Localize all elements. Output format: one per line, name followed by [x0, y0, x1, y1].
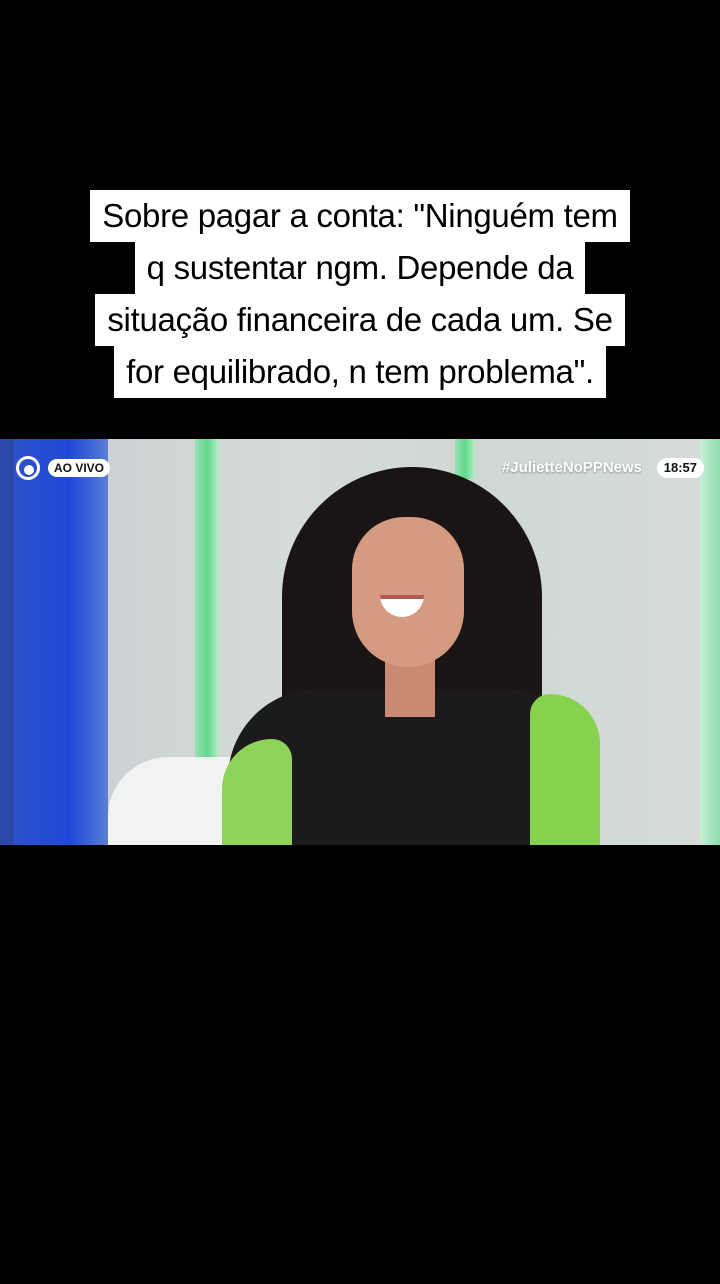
- studio-blue-edge: [0, 439, 14, 845]
- studio-blue-panel: [12, 439, 108, 845]
- person-sleeve-right: [530, 694, 600, 845]
- video-player[interactable]: AO VIVO #JulietteNoPPNews 18:57: [0, 439, 720, 845]
- caption-line-3: situação financeira de cada um. Se: [95, 294, 625, 346]
- studio-light-strip: [455, 439, 475, 479]
- caption-line-1: Sobre pagar a conta: "Ninguém tem: [90, 190, 630, 242]
- studio-light-strip: [700, 439, 720, 845]
- hashtag-label: #JulietteNoPPNews: [501, 459, 642, 476]
- time-badge: 18:57: [656, 458, 704, 478]
- caption-block: Sobre pagar a conta: "Ninguém tem q sust…: [0, 190, 720, 398]
- person-face: [352, 517, 464, 667]
- channel-logo-dot: [24, 465, 34, 475]
- studio-light-strip: [195, 439, 219, 769]
- caption-line-4: for equilibrado, n tem problema".: [114, 346, 606, 398]
- live-badge: AO VIVO: [48, 459, 111, 477]
- caption-line-2: q sustentar ngm. Depende da: [134, 242, 586, 294]
